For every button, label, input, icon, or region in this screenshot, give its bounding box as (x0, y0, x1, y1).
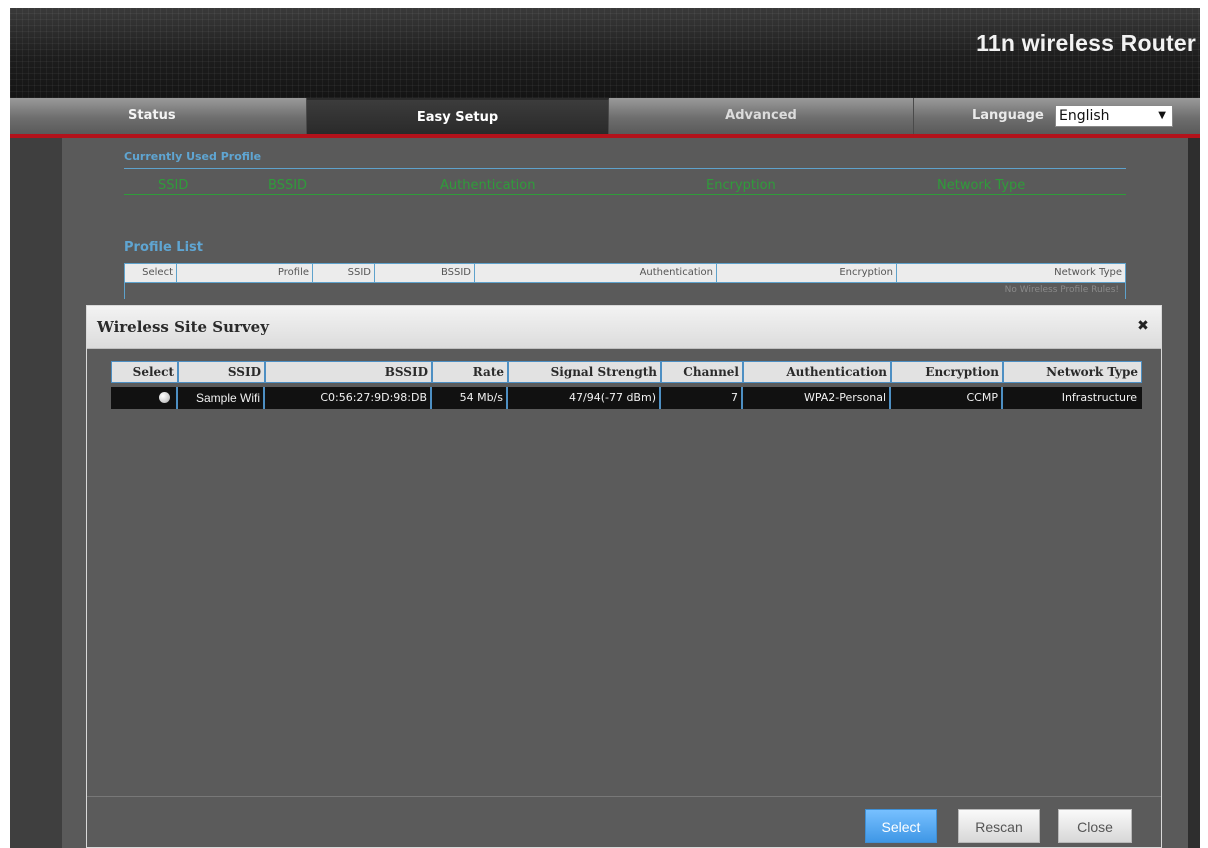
col-select: Select (112, 362, 179, 382)
close-button[interactable]: Close (1058, 809, 1132, 843)
col-signal-strength: Signal Strength (509, 362, 662, 382)
language-label: Language (972, 108, 1044, 123)
rescan-button[interactable]: Rescan (958, 809, 1040, 843)
row-network-type: Infrastructure (1061, 391, 1137, 404)
profile-col-network-type: Network Type (1054, 267, 1122, 278)
profile-col-select: Select (125, 264, 177, 282)
row-encryption: CCMP (891, 387, 1003, 409)
select-button[interactable]: Select (865, 809, 937, 843)
row-rate: 54 Mb/s (432, 387, 508, 409)
table-header: Select SSID BSSID Rate Signal Strength C… (111, 361, 1142, 383)
current-ssid-label: SSID (158, 178, 189, 193)
profile-col-ssid: SSID (313, 264, 375, 282)
col-channel: Channel (662, 362, 744, 382)
current-network-type-label: Network Type (937, 178, 1026, 193)
profile-col-authentication: Authentication (475, 264, 717, 282)
profile-col-encryption: Encryption (717, 264, 897, 282)
profile-col-bssid: BSSID (375, 264, 475, 282)
row-ssid: Sample Wifi (178, 387, 265, 409)
profile-list-title: Profile List (124, 240, 203, 255)
left-margin (10, 138, 62, 848)
profile-list-empty-row: No Wireless Profile Rules! (124, 283, 1126, 299)
row-authentication: WPA2-Personal (743, 387, 891, 409)
dialog-footer-divider (87, 796, 1161, 797)
current-encryption-label: Encryption (706, 178, 776, 193)
language-area: Language English ▼ (914, 98, 1200, 134)
dialog-title: Wireless Site Survey (97, 318, 269, 336)
col-authentication: Authentication (744, 362, 892, 382)
current-profile-underline (124, 194, 1126, 195)
site-survey-table: Select SSID BSSID Rate Signal Strength C… (111, 361, 1142, 417)
right-margin (1188, 138, 1200, 848)
site-survey-dialog: Wireless Site Survey ✖ Select SSID BSSID… (86, 305, 1162, 848)
language-select[interactable]: English ▼ (1055, 105, 1173, 127)
current-profile-divider (124, 168, 1126, 169)
row-channel: 7 (661, 387, 743, 409)
col-network-type: Network Type (1046, 365, 1138, 379)
main-nav: Status Easy Setup Advanced Language Engl… (10, 98, 1200, 138)
col-bssid: BSSID (266, 362, 433, 382)
profile-col-profile: Profile (177, 264, 313, 282)
tab-easy-setup[interactable]: Easy Setup (307, 98, 609, 134)
table-row[interactable]: Sample Wifi C0:56:27:9D:98:DB 54 Mb/s 47… (111, 387, 1142, 409)
dialog-header: Wireless Site Survey ✖ (87, 306, 1161, 349)
network-radio[interactable] (159, 392, 170, 403)
current-profile-title: Currently Used Profile (124, 150, 262, 163)
profile-list-empty-text: No Wireless Profile Rules! (1004, 285, 1119, 295)
dropdown-arrow-icon: ▼ (1158, 110, 1166, 121)
language-value: English (1059, 108, 1110, 124)
current-bssid-label: BSSID (268, 178, 308, 193)
col-encryption: Encryption (892, 362, 1004, 382)
current-authentication-label: Authentication (440, 178, 536, 193)
profile-list-header: Select Profile SSID BSSID Authentication… (124, 263, 1126, 283)
close-icon[interactable]: ✖ (1135, 318, 1151, 334)
col-rate: Rate (433, 362, 509, 382)
row-select-cell (111, 387, 178, 409)
brand-title: 11n wireless Router (976, 30, 1196, 56)
tab-advanced[interactable]: Advanced (609, 98, 914, 134)
row-bssid: C0:56:27:9D:98:DB (265, 387, 432, 409)
header-banner: 11n wireless Router (10, 8, 1200, 98)
col-ssid: SSID (179, 362, 266, 382)
row-signal-strength: 47/94(-77 dBm) (508, 387, 661, 409)
tab-status[interactable]: Status (10, 98, 307, 134)
